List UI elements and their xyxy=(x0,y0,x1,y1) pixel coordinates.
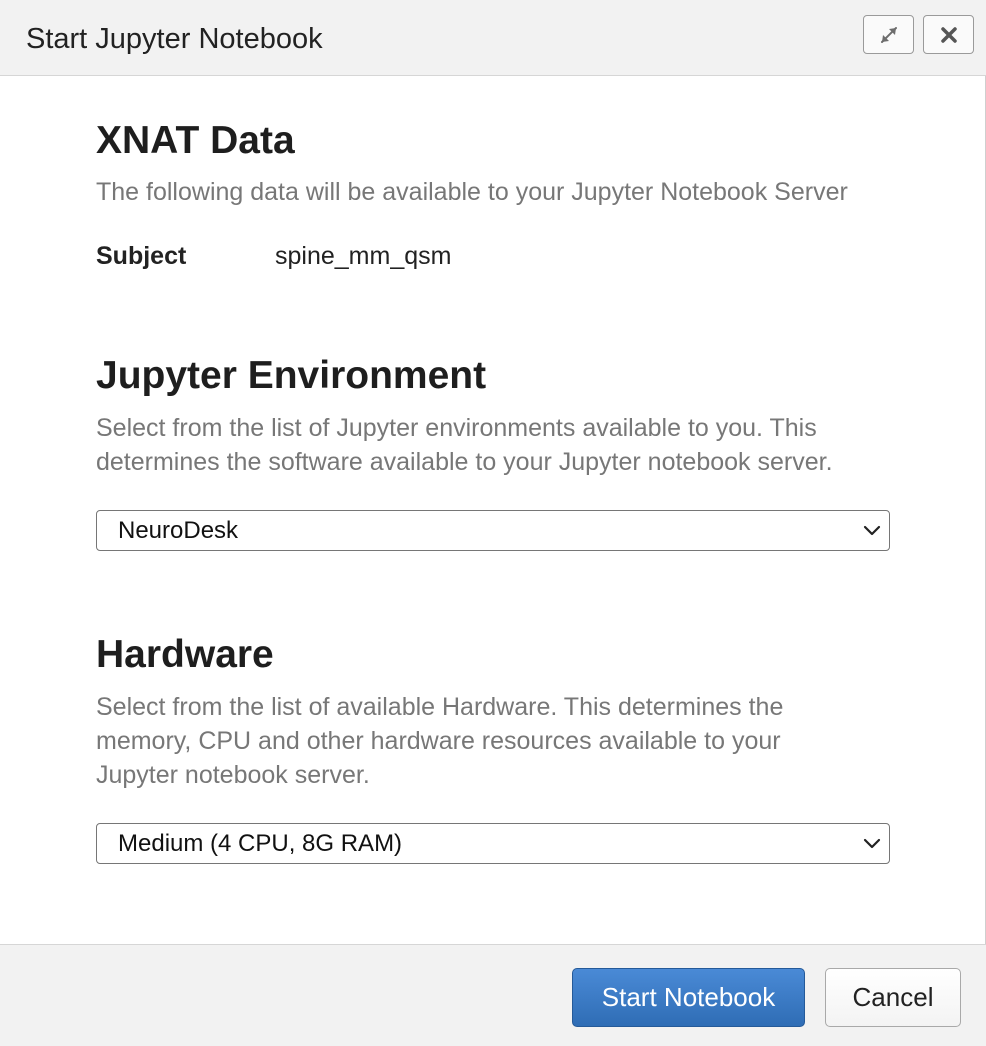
xnat-data-heading: XNAT Data xyxy=(96,119,295,162)
chevron-down-icon xyxy=(863,838,881,849)
close-button[interactable] xyxy=(923,15,974,54)
hardware-description-line2: memory, CPU and other hardware resources… xyxy=(96,727,781,755)
environment-select[interactable]: NeuroDesk xyxy=(96,510,890,551)
dialog-footer: Start Notebook Cancel xyxy=(0,944,986,1046)
environment-select-value: NeuroDesk xyxy=(118,517,239,544)
close-x-icon xyxy=(940,26,957,43)
cancel-button[interactable]: Cancel xyxy=(825,968,961,1027)
hardware-description-line3: Jupyter notebook server. xyxy=(96,761,370,789)
subject-label: Subject xyxy=(96,242,187,270)
hardware-select-value: Medium (4 CPU, 8G RAM) xyxy=(118,830,403,857)
environment-heading: Jupyter Environment xyxy=(96,354,487,397)
maximize-button[interactable] xyxy=(863,15,914,54)
hardware-select[interactable]: Medium (4 CPU, 8G RAM) xyxy=(96,823,890,864)
start-notebook-dialog: Start Jupyter Notebook XNAT Data The fol… xyxy=(0,0,986,1046)
xnat-data-description: The following data will be available to … xyxy=(96,178,848,206)
subject-value: spine_mm_qsm xyxy=(275,242,452,270)
environment-description-line2: determines the software available to you… xyxy=(96,448,833,476)
chevron-down-icon xyxy=(863,525,881,536)
hardware-description-line1: Select from the list of available Hardwa… xyxy=(96,693,784,721)
dialog-title: Start Jupyter Notebook xyxy=(26,23,323,55)
environment-description-line1: Select from the list of Jupyter environm… xyxy=(96,414,817,442)
hardware-heading: Hardware xyxy=(96,633,274,676)
start-notebook-button[interactable]: Start Notebook xyxy=(572,968,805,1027)
expand-arrows-icon xyxy=(880,26,897,43)
dialog-titlebar: Start Jupyter Notebook xyxy=(0,0,986,76)
